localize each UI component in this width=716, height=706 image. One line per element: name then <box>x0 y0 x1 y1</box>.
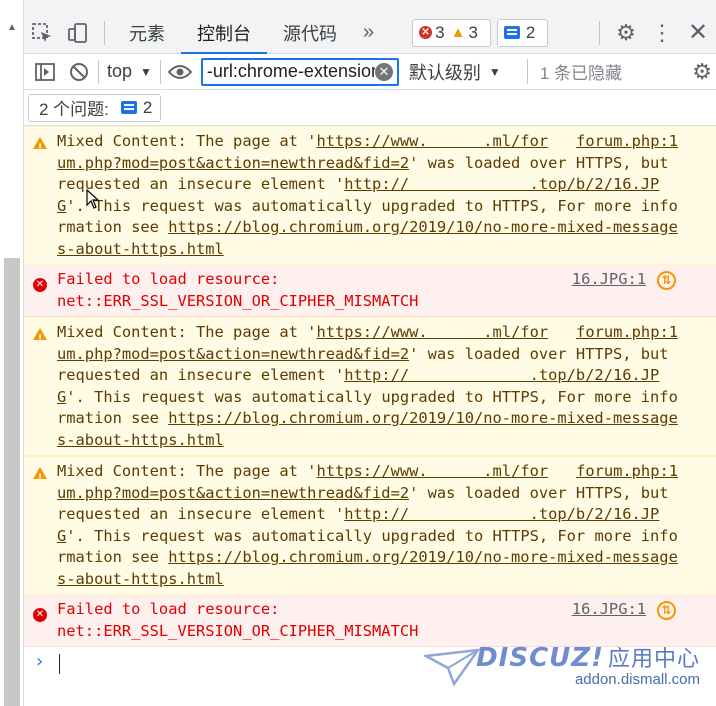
message-text-segment: Failed to load resource: net::ERR_SSL_VE… <box>57 600 419 640</box>
console-toolbar: top ▼ ✕ 默认级别 ▼ 1 条已隐藏 ⚙ <box>24 54 716 90</box>
warning-icon: ▲ <box>450 24 466 41</box>
caret-down-icon: ▼ <box>140 64 152 79</box>
message-source-link[interactable]: forum.php:1 <box>576 461 678 483</box>
watermark-url: addon.dismall.com <box>574 671 700 688</box>
warning-triangle-icon <box>33 464 47 490</box>
tab-sources[interactable]: 源代码 <box>267 12 353 54</box>
mouse-pointer-icon <box>86 189 100 209</box>
log-levels-label: 默认级别 <box>408 62 481 83</box>
device-toolbar-icon[interactable] <box>60 15 96 51</box>
console-settings-gear-icon[interactable]: ⚙ <box>692 59 712 85</box>
scroll-up-arrow-icon[interactable]: ▲ <box>7 22 17 33</box>
message-icon <box>120 101 137 114</box>
error-circle-icon: ✕ <box>33 272 47 294</box>
settings-gear-icon[interactable]: ⚙ <box>608 15 644 51</box>
more-options-icon[interactable]: ⋮ <box>644 15 680 51</box>
warning-count: 3 <box>468 22 478 42</box>
error-count: 3 <box>435 22 445 42</box>
toolbar-divider <box>599 20 600 45</box>
caret-down-icon: ▼ <box>488 64 501 79</box>
tab-label: 元素 <box>129 23 165 44</box>
text-caret <box>59 654 60 674</box>
issues-button[interactable]: 2 个问题: 2 <box>28 93 162 122</box>
filter-box[interactable]: ✕ <box>200 57 399 86</box>
messages-badge[interactable]: 2 <box>496 18 549 47</box>
toolbar-divider <box>104 20 105 45</box>
devtools-tab-bar: 元素 控制台 源代码 » ✕ 3 ▲ 3 2 ⚙ ⋮ ✕ <box>24 0 716 54</box>
tab-label: 控制台 <box>197 23 251 44</box>
filter-input[interactable] <box>206 61 375 82</box>
sidebar-toggle-icon[interactable] <box>28 57 62 87</box>
message-source-link[interactable]: forum.php:1 <box>576 322 678 344</box>
clear-filter-icon[interactable]: ✕ <box>374 62 393 81</box>
message-text-segment: Mixed Content: The page at ' <box>57 462 317 480</box>
errors-warnings-badge[interactable]: ✕ 3 ▲ 3 <box>412 18 491 47</box>
message-count: 2 <box>525 22 536 42</box>
tab-console[interactable]: 控制台 <box>181 12 267 54</box>
inspect-element-icon[interactable] <box>24 15 60 51</box>
left-gutter: ▲ <box>0 0 24 706</box>
console-warning-message: forum.php:1Mixed Content: The page at 'h… <box>24 126 716 265</box>
console-error-message: ✕ 16.JPG:1 ⇅ Failed to load resource: net::… <box>24 265 716 317</box>
hidden-messages-count: 1 条已隐藏 <box>526 59 622 84</box>
watermark-title: DISCUZ! <box>476 643 604 673</box>
scrollbar[interactable] <box>4 258 20 706</box>
issues-bar: 2 个问题: 2 <box>24 90 716 126</box>
watermark-logo: DISCUZ! 应用中心 addon.dismall.com <box>424 641 700 688</box>
console-messages: forum.php:1Mixed Content: The page at 'h… <box>24 126 716 647</box>
message-source-link[interactable]: forum.php:1 <box>576 131 678 153</box>
network-request-icon[interactable]: ⇅ <box>657 601 676 620</box>
warning-triangle-icon <box>33 325 47 351</box>
warning-triangle-icon <box>33 134 47 160</box>
message-text-segment: Mixed Content: The page at ' <box>57 323 317 341</box>
live-expression-eye-icon[interactable] <box>163 57 197 87</box>
console-error-message: ✕ 16.JPG:1 ⇅ Failed to load resource: net::… <box>24 595 716 647</box>
message-source-link[interactable]: 16.JPG:1 <box>572 599 646 621</box>
issues-count: 2 <box>142 97 153 117</box>
tab-label: 源代码 <box>283 23 337 44</box>
close-icon[interactable]: ✕ <box>680 15 716 51</box>
context-label: top <box>107 61 133 81</box>
clear-console-icon[interactable] <box>62 57 96 87</box>
console-warning-message: forum.php:1Mixed Content: The page at 'h… <box>24 456 716 595</box>
message-text-segment: Mixed Content: The page at ' <box>57 132 317 150</box>
error-circle-icon: ✕ <box>33 602 47 624</box>
issues-label: 2 个问题: <box>39 100 109 119</box>
prompt-chevron-icon: › <box>36 651 44 672</box>
network-request-icon[interactable]: ⇅ <box>657 271 676 290</box>
message-icon <box>503 26 520 39</box>
message-source-link[interactable]: 16.JPG:1 <box>572 269 646 291</box>
message-text-segment: Failed to load resource: net::ERR_SSL_VE… <box>57 270 419 310</box>
toolbar-divider <box>98 59 99 84</box>
tab-elements[interactable]: 元素 <box>113 12 181 54</box>
context-selector[interactable]: top ▼ <box>101 61 158 82</box>
devtools-panel: 元素 控制台 源代码 » ✕ 3 ▲ 3 2 ⚙ ⋮ ✕ top ▼ -url:… <box>24 0 716 706</box>
toolbar-divider <box>159 59 161 84</box>
console-warning-message: forum.php:1Mixed Content: The page at 'h… <box>24 317 716 456</box>
log-levels-dropdown[interactable]: 默认级别 ▼ <box>409 59 501 85</box>
paper-plane-icon <box>424 648 480 686</box>
watermark-cn: 应用中心 <box>607 647 700 672</box>
more-tabs-icon[interactable]: » <box>353 21 384 44</box>
error-icon: ✕ <box>419 26 433 39</box>
